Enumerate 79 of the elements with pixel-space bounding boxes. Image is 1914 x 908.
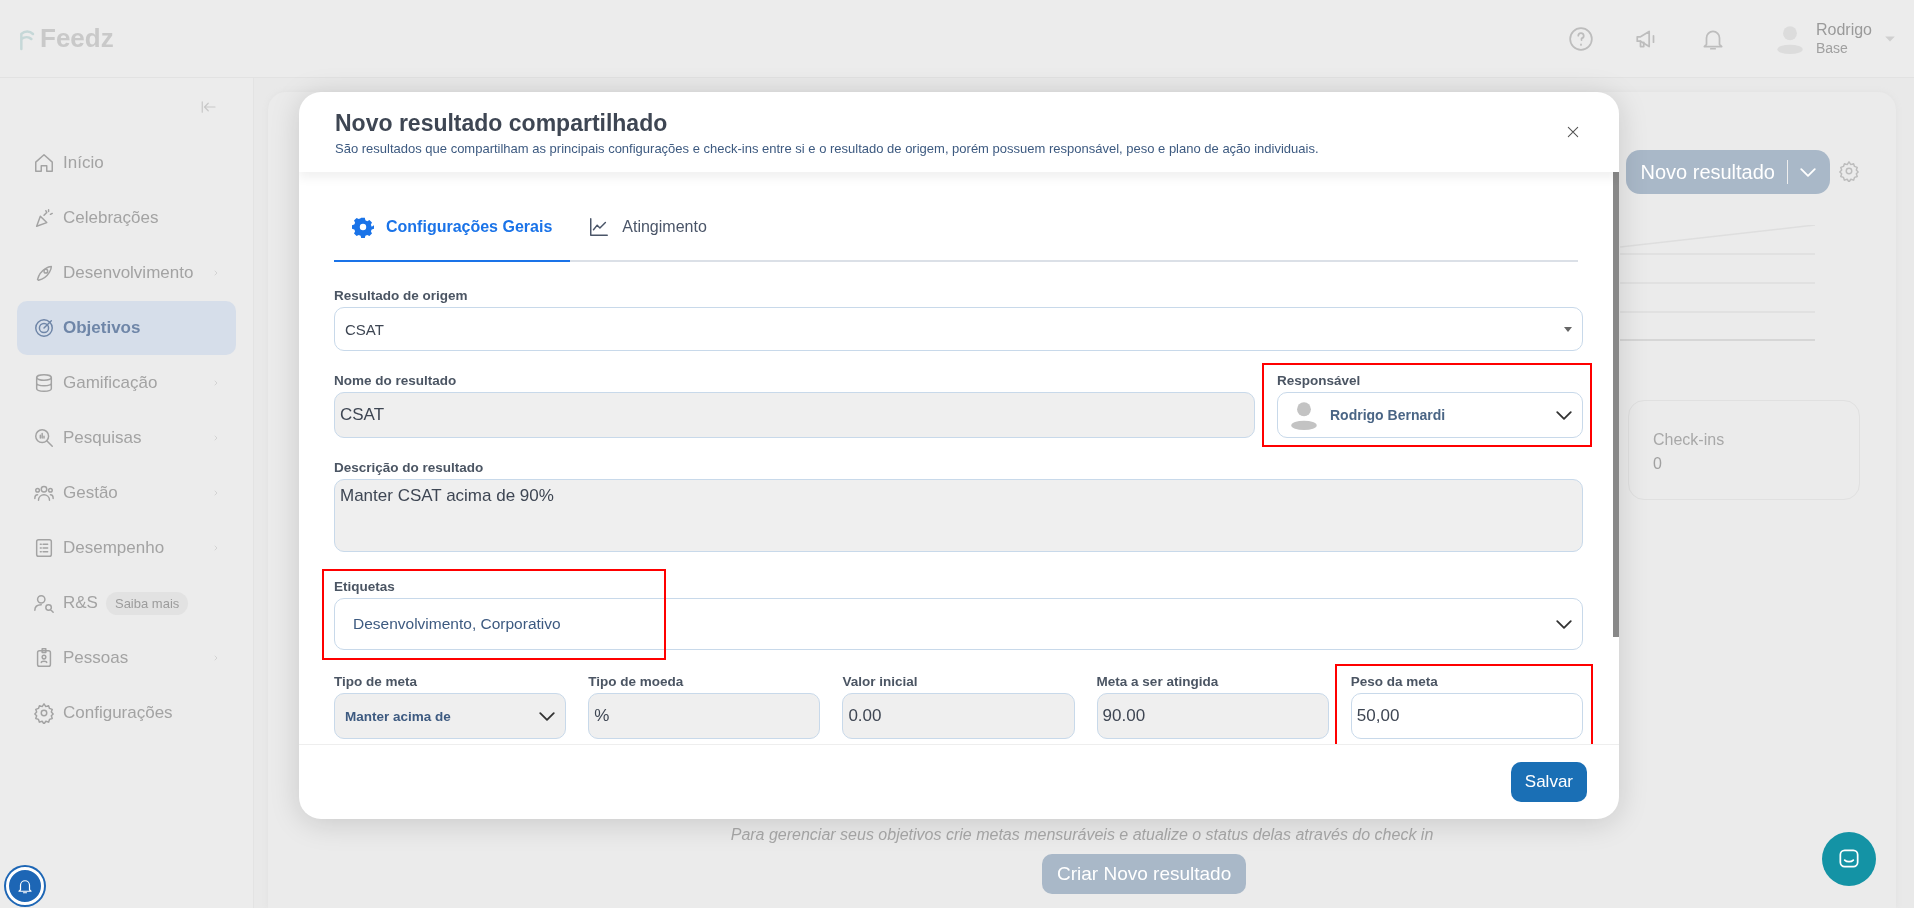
field-label: Descrição do resultado bbox=[334, 460, 485, 475]
tab[interactable]: Atingimento bbox=[570, 194, 725, 262]
name-input[interactable]: CSAT bbox=[334, 392, 1255, 438]
tags-select[interactable]: Desenvolvimento, Corporativo bbox=[334, 598, 1583, 650]
chevron-down-icon bbox=[539, 711, 556, 721]
chevron-down-icon bbox=[1556, 619, 1572, 629]
caret-icon bbox=[1564, 326, 1572, 332]
sidebar-label: Gestão bbox=[63, 483, 118, 503]
sidebar-label: Configurações bbox=[63, 703, 173, 723]
readonly-field[interactable]: 0.00 bbox=[842, 693, 1075, 739]
field-label: Valor inicial bbox=[842, 674, 919, 689]
stat-label: Check-ins bbox=[1653, 431, 1726, 449]
empty-state-text: Para gerenciar seus objetivos crie metas mensuráveis e atualize o status delas através do check in bbox=[729, 826, 1435, 844]
chat-button[interactable] bbox=[1822, 832, 1876, 886]
info-badge[interactable]: Saiba mais bbox=[105, 591, 189, 615]
sidebar-item[interactable]: Desempenho bbox=[17, 521, 236, 575]
checklist-icon bbox=[33, 537, 55, 559]
field-label: Etiquetas bbox=[334, 579, 396, 594]
sidebar-item[interactable]: Celebrações bbox=[17, 191, 236, 245]
goal-type-select[interactable]: Manter acima de bbox=[334, 693, 567, 739]
save-button[interactable]: Salvar bbox=[1510, 762, 1587, 802]
party-popper-icon bbox=[33, 207, 55, 229]
sidebar-label: Celebrações bbox=[63, 208, 159, 228]
sidebar-item[interactable]: Configurações bbox=[17, 686, 236, 740]
new-result-button[interactable]: Novo resultado bbox=[1626, 150, 1830, 194]
sidebar-label: Objetivos bbox=[63, 318, 141, 338]
sidebar-item[interactable]: Objetivos bbox=[17, 301, 236, 355]
user-name: Rodrigo bbox=[1815, 20, 1872, 38]
chevron-down-icon bbox=[1800, 167, 1816, 177]
tab[interactable]: Configurações Gerais bbox=[334, 194, 571, 262]
sidebar-item[interactable]: Gamificação bbox=[17, 356, 236, 410]
stat-value: 0 bbox=[1653, 455, 1663, 473]
line-chart-icon bbox=[588, 216, 611, 238]
scrollbar[interactable] bbox=[1613, 172, 1619, 637]
user-role: Base bbox=[1815, 39, 1848, 56]
sidebar-label: Pesquisas bbox=[63, 428, 142, 448]
field-label: Peso da meta bbox=[1350, 674, 1439, 689]
field-label: Resultado de origem bbox=[334, 288, 469, 303]
target-icon bbox=[33, 317, 55, 339]
person-search-icon bbox=[33, 592, 55, 614]
field-label: Tipo de meta bbox=[334, 674, 419, 689]
readonly-field[interactable]: % bbox=[588, 693, 821, 739]
sidebar-item[interactable]: R&S Saiba mais bbox=[17, 576, 236, 630]
sidebar-item[interactable]: Pesquisas bbox=[17, 411, 236, 465]
sidebar-label: Gamificação bbox=[63, 373, 158, 393]
field-label: Nome do resultado bbox=[334, 373, 458, 388]
sidebar-label: Desempenho bbox=[63, 538, 165, 558]
sidebar-label: Desenvolvimento bbox=[63, 263, 194, 283]
description-textarea[interactable]: Manter CSAT acima de 90% bbox=[334, 479, 1583, 552]
notification-button[interactable] bbox=[6, 867, 44, 905]
search-chart-icon bbox=[33, 427, 55, 449]
owner-select[interactable]: Rodrigo Bernardi bbox=[1277, 392, 1583, 438]
gear-icon bbox=[352, 216, 374, 238]
sidebar-item[interactable]: Início bbox=[17, 136, 236, 190]
modal-title: Novo resultado compartilhado bbox=[335, 110, 669, 137]
sidebar-label: Pessoas bbox=[63, 648, 129, 668]
origin-select[interactable]: CSAT bbox=[334, 307, 1583, 351]
sidebar-label: R&S bbox=[63, 593, 98, 613]
modal-subtitle: São resultados que compartilham as principais configurações e check-ins entre si e o resultado de origem, porém possuem responsável, peso e plano de ação individuais. bbox=[335, 141, 1319, 156]
gear-icon bbox=[1838, 160, 1860, 182]
collapse-sidebar-icon bbox=[200, 98, 218, 116]
gear-icon bbox=[33, 702, 55, 724]
sidebar-label: Início bbox=[63, 153, 104, 173]
help-icon bbox=[1567, 25, 1594, 52]
sidebar-item[interactable]: Desenvolvimento bbox=[17, 246, 236, 300]
person-silhouette-icon bbox=[1290, 400, 1318, 430]
field-label: Responsável bbox=[1277, 373, 1362, 388]
chevron-down-icon bbox=[1556, 410, 1572, 420]
sidebar-item[interactable]: Pessoas bbox=[17, 631, 236, 685]
field-label: Tipo de moeda bbox=[588, 674, 685, 689]
close-icon bbox=[1565, 124, 1581, 140]
create-result-button[interactable]: Criar Novo resultado bbox=[1042, 854, 1247, 894]
field-label: Meta a ser atingida bbox=[1096, 674, 1220, 689]
readonly-field[interactable]: 90.00 bbox=[1096, 693, 1329, 739]
house-icon bbox=[33, 152, 55, 174]
bell-icon bbox=[16, 877, 34, 895]
sidebar-item[interactable]: Gestão bbox=[17, 466, 236, 520]
input-field[interactable]: 50,00 bbox=[1350, 693, 1583, 739]
coins-icon bbox=[33, 372, 55, 394]
